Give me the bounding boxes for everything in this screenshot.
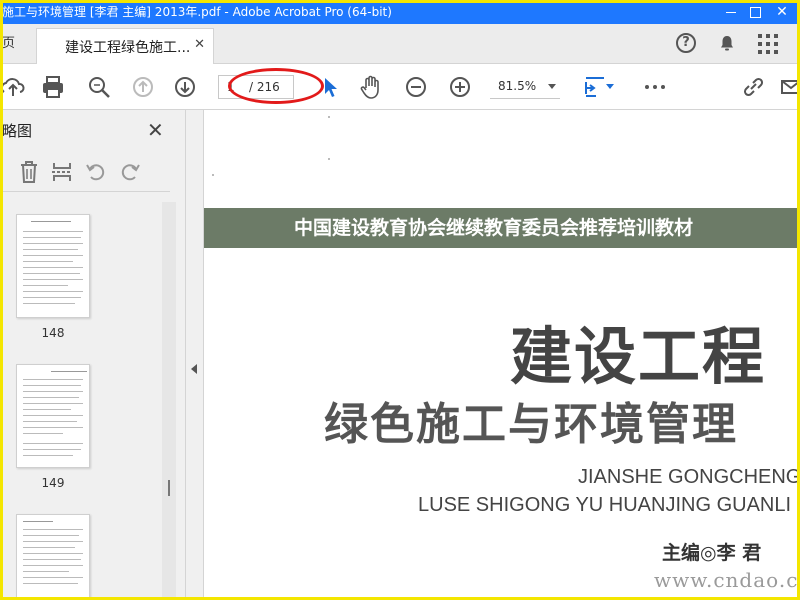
watermark-text: www.cndao.com: [654, 568, 800, 592]
zoom-level-value: 81.5%: [498, 79, 537, 93]
email-icon[interactable]: [780, 74, 800, 100]
page-thumbnail[interactable]: [16, 214, 90, 318]
close-window-button[interactable]: ✕: [770, 0, 794, 24]
tab-home[interactable]: 页: [0, 24, 36, 64]
scan-speck: [328, 116, 330, 118]
chevron-down-icon: [548, 84, 556, 89]
red-circle-annotation: [228, 68, 324, 104]
title-bar: 施工与环境管理 [李君 主编] 2013年.pdf - Adobe Acroba…: [0, 0, 800, 24]
sidebar-collapse-handle[interactable]: [186, 110, 204, 600]
thumbnails-panel-title: 略图: [2, 122, 33, 140]
cover-title-line2: 绿色施工与环境管理: [324, 399, 738, 450]
main-toolbar: [0, 64, 800, 110]
share-link-icon[interactable]: [740, 74, 766, 100]
zoom-in-icon[interactable]: [447, 74, 473, 100]
insert-page-icon[interactable]: [50, 160, 74, 184]
apps-grid-icon[interactable]: [758, 34, 778, 54]
minimize-button[interactable]: [720, 0, 742, 24]
zoom-level-select[interactable]: 81.5%: [490, 75, 560, 99]
fit-dropdown-icon[interactable]: [604, 80, 616, 92]
cover-title-line1: 建设工程: [510, 320, 767, 393]
cover-pinyin-line2: LUSE SHIGONG YU HUANJING GUANLI: [418, 494, 792, 516]
hand-tool-icon[interactable]: [358, 74, 384, 100]
cover-pinyin-line1: JIANSHE GONGCHENG: [578, 466, 800, 488]
next-page-icon[interactable]: [172, 74, 198, 100]
more-tools-icon[interactable]: [642, 74, 668, 100]
window-title: 施工与环境管理 [李君 主编] 2013年.pdf - Adobe Acroba…: [2, 5, 392, 19]
rotate-left-icon[interactable]: [84, 160, 108, 184]
previous-page-icon[interactable]: [130, 74, 156, 100]
panel-close-icon[interactable]: ✕: [147, 118, 164, 142]
thumbnail-page-number: 148: [41, 326, 65, 340]
thumbnail-page-number: 149: [41, 476, 65, 490]
scan-speck: [212, 174, 214, 176]
thumbnails-panel: 略图 ✕ 148 149: [0, 110, 186, 600]
scrollbar-thumb[interactable]: [168, 480, 170, 496]
select-cursor-icon[interactable]: [318, 74, 344, 100]
thumbnail-tools: [0, 152, 170, 192]
collapse-arrow-icon: [191, 364, 197, 374]
zoom-out-icon[interactable]: [403, 74, 429, 100]
document-page: 中国建设教育协会继续教育委员会推荐培训教材 建设工程 绿色施工与环境管理 JIA…: [204, 110, 800, 600]
cover-editor: 主编◎李 君: [662, 542, 762, 564]
scan-speck: [328, 158, 330, 160]
tab-close-icon[interactable]: ✕: [194, 37, 205, 52]
rotate-right-icon[interactable]: [118, 160, 142, 184]
tab-document-label: 建设工程绿色施工...: [65, 40, 191, 56]
help-icon[interactable]: ?: [676, 33, 696, 53]
page-thumbnail[interactable]: [16, 514, 90, 600]
upload-cloud-icon[interactable]: [0, 74, 26, 100]
page-thumbnail[interactable]: [16, 364, 90, 468]
print-icon[interactable]: [40, 74, 66, 100]
thumbnails-scrollbar[interactable]: [162, 202, 176, 600]
maximize-button[interactable]: [744, 0, 766, 24]
search-zoom-icon[interactable]: [86, 74, 112, 100]
tab-document[interactable]: 建设工程绿色施工... ✕: [36, 28, 214, 64]
delete-page-icon[interactable]: [18, 160, 40, 184]
bell-icon[interactable]: [718, 34, 736, 52]
cover-banner: 中国建设教育协会继续教育委员会推荐培训教材: [204, 208, 800, 248]
